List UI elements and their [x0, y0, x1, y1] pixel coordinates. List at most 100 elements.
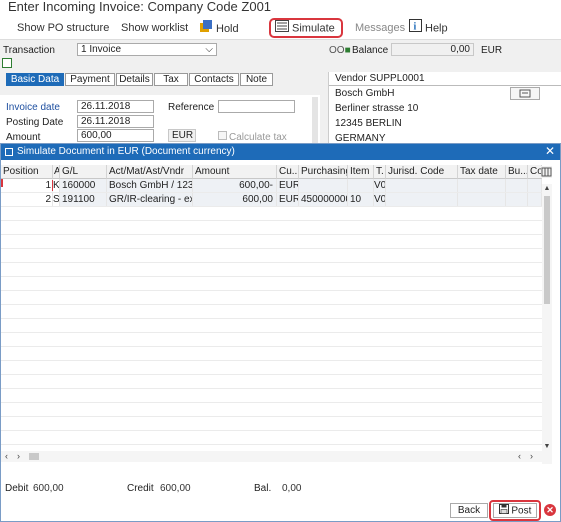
chevron-down-icon: ⌵ [205, 44, 213, 55]
panel-scrollbar[interactable] [312, 97, 318, 143]
help-button[interactable]: i Help [409, 19, 448, 37]
credit-value: 600,00 [160, 483, 191, 494]
column-header[interactable]: Tax date [458, 165, 506, 179]
cell-bu [506, 193, 528, 206]
tree-toggle-icon[interactable] [2, 58, 12, 68]
column-header[interactable]: G/L [60, 165, 107, 179]
transaction-select[interactable]: 1 Invoice ⌵ [77, 43, 217, 56]
cell-tax-date [458, 179, 506, 192]
messages-button[interactable]: Messages [355, 19, 405, 37]
amount-currency-field[interactable]: EUR [168, 129, 196, 142]
vendor-line: 12345 BERLIN [335, 118, 402, 129]
cell-purchasing: 4500000004 [299, 193, 348, 206]
vendor-panel: Vendor SUPPL0001 Bosch GmbH Berliner str… [328, 72, 561, 152]
cell-currency: EUR [277, 179, 299, 192]
simulate-icon [275, 20, 289, 37]
help-label: Help [425, 22, 448, 35]
grid-line [1, 206, 542, 207]
cell-act: GR/IR-clearing - extern... [107, 193, 193, 206]
window-title: Enter Incoming Invoice: Company Code Z00… [0, 0, 561, 16]
column-header[interactable]: Amount [193, 165, 277, 179]
tab-contacts[interactable]: Contacts [189, 73, 239, 86]
cell-position: 1 [1, 179, 53, 192]
column-header[interactable]: Act/Mat/Ast/Vndr [107, 165, 193, 179]
vertical-scroll-thumb[interactable] [544, 196, 550, 304]
tab-note[interactable]: Note [240, 73, 273, 86]
balance-total-label: Bal. [254, 483, 272, 494]
simulate-label: Simulate [292, 22, 335, 35]
calculate-tax-checkbox[interactable] [218, 131, 227, 140]
scroll-left-icon[interactable]: ‹ [5, 451, 15, 462]
cell-bu [506, 179, 528, 192]
simulate-dialog: Simulate Document in EUR (Document curre… [0, 143, 561, 522]
grid-line [1, 262, 542, 263]
column-header[interactable]: Item [348, 165, 374, 179]
post-label: Post [511, 505, 532, 517]
posting-date-field[interactable]: 26.11.2018 [77, 115, 154, 128]
grid-line [1, 346, 542, 347]
cell-co [528, 179, 542, 192]
tab-tax[interactable]: Tax [154, 73, 188, 86]
reference-field[interactable] [218, 100, 295, 113]
column-header[interactable]: A [53, 165, 60, 179]
hold-label: Hold [216, 22, 239, 35]
column-header[interactable]: Position [1, 165, 53, 179]
transaction-value: 1 Invoice [81, 44, 122, 55]
close-icon[interactable]: ✕ [545, 145, 555, 158]
back-button[interactable]: Back [450, 503, 488, 518]
vertical-scrollbar[interactable]: ▲ ▼ ▼ [542, 184, 552, 464]
grid-line [1, 234, 542, 235]
scroll-right-end-icon[interactable]: › [530, 451, 540, 462]
cell-item: 10 [348, 193, 374, 206]
tab-payment[interactable]: Payment [65, 73, 115, 86]
invoice-date-field[interactable]: 26.11.2018 [77, 100, 154, 113]
tab-details[interactable]: Details [116, 73, 153, 86]
cell-a: K [53, 179, 60, 192]
reference-label: Reference [168, 102, 215, 113]
hold-button[interactable]: Hold [199, 19, 239, 37]
balance-currency: EUR [481, 45, 503, 56]
amount-field[interactable]: 600,00 [77, 129, 154, 142]
column-header[interactable]: Co [528, 165, 542, 179]
cell-position: 2 [1, 193, 53, 206]
dialog-title-bar: Simulate Document in EUR (Document curre… [1, 144, 560, 160]
scroll-left-end-icon[interactable]: ‹ [518, 451, 528, 462]
vendor-detail-button[interactable] [510, 87, 540, 100]
column-header[interactable]: Purchasing... [299, 165, 348, 179]
posting-date-label: Posting Date [6, 117, 64, 128]
post-button[interactable]: Post [493, 503, 537, 518]
column-header[interactable]: Jurisd. Code [386, 165, 458, 179]
vendor-divider [329, 85, 561, 86]
horizontal-scroll-thumb[interactable] [29, 453, 39, 460]
grid-line [1, 318, 542, 319]
scroll-up-icon[interactable]: ▲ [542, 184, 552, 194]
show-po-structure-button[interactable]: Show PO structure [17, 19, 109, 37]
column-header[interactable]: Bu... [506, 165, 528, 179]
balance-status-icon: OO■ [329, 45, 351, 56]
dialog-title: Simulate Document in EUR (Document curre… [17, 146, 235, 157]
cell-act: Bosch GmbH / 12345 ... [107, 179, 193, 192]
vendor-line: Berliner strasse 10 [335, 103, 419, 114]
debit-label: Debit [5, 483, 29, 494]
cell-gl: 191100 [60, 193, 107, 206]
grid-line [1, 276, 542, 277]
grid-line [1, 248, 542, 249]
simulate-button[interactable]: Simulate [269, 18, 343, 38]
grid-line [1, 332, 542, 333]
grid-line [1, 192, 542, 193]
scroll-right-icon[interactable]: › [17, 451, 27, 462]
balance-value: 0,00 [391, 43, 474, 56]
tab-basic-data[interactable]: Basic Data [6, 73, 64, 86]
cell-a: S [53, 193, 60, 206]
table-settings-icon[interactable] [541, 166, 552, 178]
grid-line [1, 416, 542, 417]
horizontal-scrollbar[interactable]: ‹ › ‹ › [1, 451, 552, 462]
help-icon: i [409, 19, 422, 38]
column-header[interactable]: T. [374, 165, 386, 179]
grid-line [1, 374, 542, 375]
show-worklist-button[interactable]: Show worklist [121, 19, 188, 37]
cancel-icon[interactable]: ✕ [544, 504, 556, 516]
column-header[interactable]: Cu... [277, 165, 299, 179]
cell-purchasing [299, 179, 348, 192]
vendor-detail-icon [519, 89, 531, 98]
